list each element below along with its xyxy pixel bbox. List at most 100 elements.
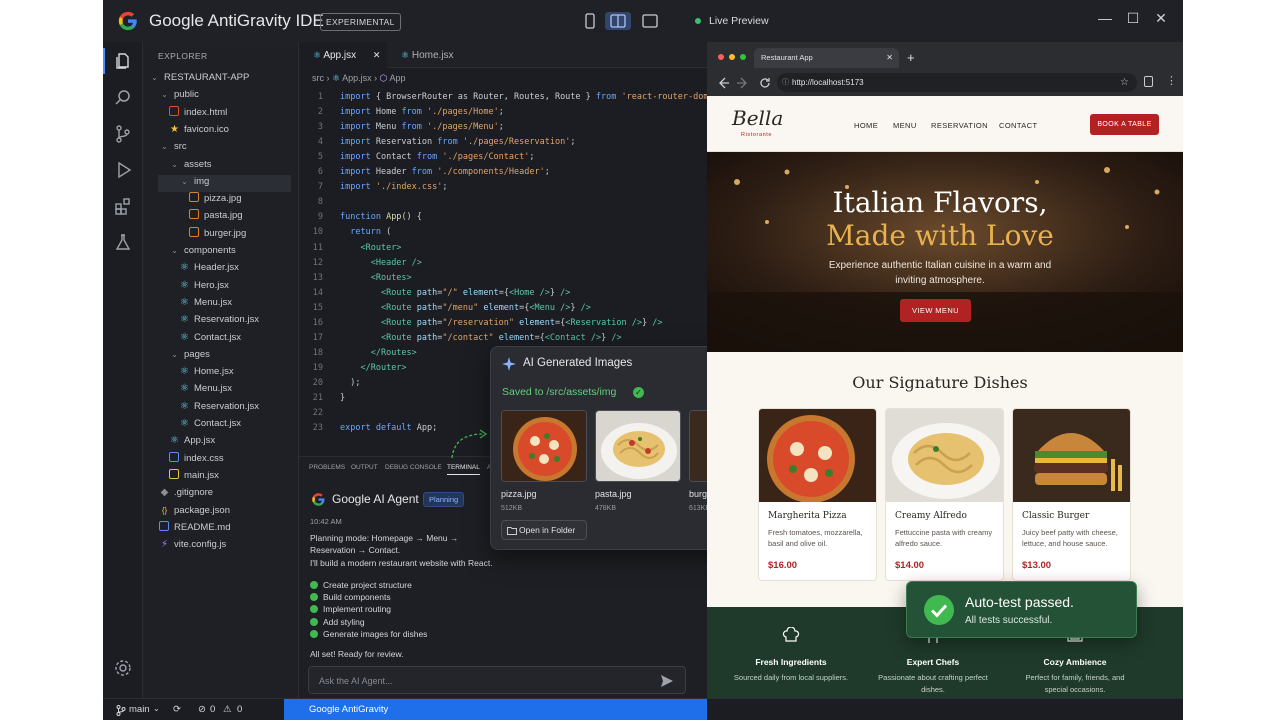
tree-item[interactable]: burger.jpg bbox=[189, 225, 246, 242]
tab-home-jsx[interactable]: ⚛ Home.jsx bbox=[387, 42, 467, 68]
desktop-view-icon[interactable] bbox=[637, 12, 663, 30]
flask-icon[interactable] bbox=[113, 232, 133, 252]
code-line[interactable]: <Route path="/" element={<Home />} /> bbox=[340, 288, 570, 298]
tree-item[interactable]: ⚛ Reservation.jsx bbox=[179, 311, 259, 328]
close-window-button[interactable]: ✕ bbox=[1151, 10, 1171, 27]
tree-item[interactable]: ⚛ App.jsx bbox=[169, 432, 215, 449]
code-line[interactable]: <Router> bbox=[340, 243, 401, 253]
site-logo[interactable]: Bella bbox=[732, 106, 783, 130]
browser-menu-icon[interactable]: ⋮ bbox=[1166, 74, 1177, 87]
dish-card[interactable]: Creamy Alfredo Fettuccine pasta with cre… bbox=[885, 408, 1004, 581]
browser-tab[interactable]: Restaurant App ✕ bbox=[754, 48, 899, 68]
close-tab-icon[interactable]: ✕ bbox=[373, 50, 381, 60]
traffic-light-maximize-icon[interactable] bbox=[740, 54, 746, 60]
new-tab-button[interactable]: + bbox=[907, 50, 915, 65]
run-debug-icon[interactable] bbox=[113, 160, 133, 180]
tree-item[interactable]: ★ favicon.ico bbox=[169, 121, 229, 138]
tree-item[interactable]: ⚡ vite.config.js bbox=[159, 536, 226, 553]
code-line[interactable]: import './index.css'; bbox=[340, 182, 448, 192]
dish-card[interactable]: Margherita Pizza Fresh tomatoes, mozzare… bbox=[758, 408, 877, 581]
tree-item[interactable]: ⚛ Home.jsx bbox=[179, 363, 234, 380]
code-line[interactable]: <Route path="/menu" element={<Menu />} /… bbox=[340, 303, 591, 313]
code-line[interactable]: </Router> bbox=[340, 363, 406, 373]
explorer-files-icon[interactable] bbox=[113, 51, 133, 71]
ask-agent-input[interactable] bbox=[319, 673, 639, 689]
code-line[interactable]: <Routes> bbox=[340, 273, 412, 283]
settings-gear-icon[interactable] bbox=[113, 658, 133, 678]
pasta-thumbnail[interactable] bbox=[595, 410, 681, 482]
error-icon[interactable]: ⊘ bbox=[198, 704, 206, 715]
code-line[interactable]: import Contact from './pages/Contact'; bbox=[340, 152, 535, 162]
tree-item[interactable]: ⚛ Contact.jsx bbox=[179, 329, 241, 346]
tree-item[interactable]: main.jsx bbox=[169, 467, 219, 484]
tree-item[interactable]: {} package.json bbox=[159, 502, 230, 519]
open-in-folder-button[interactable]: Open in Folder bbox=[501, 520, 587, 540]
split-view-icon[interactable] bbox=[605, 12, 631, 30]
extensions-icon[interactable] bbox=[113, 196, 133, 216]
code-line[interactable]: return ( bbox=[340, 227, 391, 237]
address-bar[interactable]: ⓘ http://localhost:5173 ☆ bbox=[777, 73, 1137, 92]
code-line[interactable]: <Header /> bbox=[340, 258, 422, 268]
code-line[interactable]: function App() { bbox=[340, 212, 422, 222]
traffic-light-minimize-icon[interactable] bbox=[729, 54, 735, 60]
nav-buttons-icon[interactable] bbox=[717, 77, 757, 89]
tree-item[interactable]: ⌄ public bbox=[159, 86, 199, 103]
tree-item[interactable]: ⌄ assets bbox=[169, 156, 211, 173]
tab-problems[interactable]: PROBLEMS bbox=[309, 464, 345, 471]
tree-item[interactable]: ⌄ components bbox=[169, 242, 236, 259]
code-line[interactable]: <Route path="/reservation" element={<Res… bbox=[340, 318, 663, 328]
tree-item[interactable]: ◆ .gitignore bbox=[159, 484, 213, 501]
code-line[interactable]: } bbox=[340, 393, 345, 403]
tree-item[interactable]: ⚛ Contact.jsx bbox=[179, 415, 241, 432]
view-menu-button[interactable]: VIEW MENU bbox=[900, 299, 971, 322]
send-icon[interactable] bbox=[660, 674, 674, 688]
source-control-icon[interactable] bbox=[113, 124, 133, 144]
nav-menu[interactable]: MENU bbox=[893, 121, 917, 130]
tab-output[interactable]: OUTPUT bbox=[351, 464, 378, 471]
book-table-button[interactable]: BOOK A TABLE bbox=[1090, 114, 1159, 135]
code-line[interactable]: import Header from './components/Header'… bbox=[340, 167, 550, 177]
tree-item[interactable]: pasta.jpg bbox=[189, 207, 243, 224]
tree-item[interactable]: README.md bbox=[159, 519, 230, 536]
mobile-view-icon[interactable] bbox=[577, 12, 603, 30]
breadcrumb-symbol[interactable]: App bbox=[390, 73, 406, 83]
tree-item[interactable]: pizza.jpg bbox=[189, 190, 242, 207]
breadcrumb-file[interactable]: App.jsx bbox=[342, 73, 372, 83]
minimize-button[interactable]: — bbox=[1095, 10, 1115, 26]
code-line[interactable]: import Reservation from './pages/Reserva… bbox=[340, 137, 575, 147]
breadcrumb-src[interactable]: src bbox=[312, 73, 324, 83]
tree-item[interactable]: ⚛ Header.jsx bbox=[179, 259, 239, 276]
tree-item[interactable]: ⚛ Menu.jsx bbox=[179, 294, 232, 311]
tree-item[interactable]: ⌄ RESTAURANT-APP bbox=[149, 69, 249, 86]
tree-item[interactable]: ⌄ img bbox=[179, 173, 209, 190]
nav-contact[interactable]: CONTACT bbox=[999, 121, 1038, 130]
tree-item[interactable]: index.html bbox=[169, 104, 227, 121]
branch-name[interactable]: main bbox=[129, 704, 150, 715]
code-line[interactable]: export default App; bbox=[340, 423, 437, 433]
tab-app-jsx[interactable]: ⚛ App.jsx ✕ bbox=[299, 42, 387, 68]
nav-home[interactable]: HOME bbox=[854, 121, 878, 130]
traffic-light-close-icon[interactable] bbox=[718, 54, 724, 60]
chevron-down-icon[interactable]: ⌄ bbox=[153, 704, 160, 713]
nav-reservation[interactable]: RESERVATION bbox=[931, 121, 988, 130]
extensions-browser-icon[interactable] bbox=[1144, 76, 1153, 87]
pizza-thumbnail[interactable] bbox=[501, 410, 587, 482]
tree-item[interactable]: ⚛ Menu.jsx bbox=[179, 380, 232, 397]
tab-terminal[interactable]: TERMINAL bbox=[447, 464, 480, 475]
tree-item[interactable]: ⌄ src bbox=[159, 138, 187, 155]
code-line[interactable]: import Home from './pages/Home'; bbox=[340, 107, 504, 117]
code-line[interactable]: import Menu from './pages/Menu'; bbox=[340, 122, 504, 132]
bookmark-star-icon[interactable]: ☆ bbox=[1120, 73, 1129, 92]
warning-icon[interactable]: ⚠ bbox=[223, 704, 232, 715]
reload-icon[interactable] bbox=[759, 77, 771, 89]
code-line[interactable]: </Routes> bbox=[340, 348, 417, 358]
tree-item[interactable]: ⚛ Reservation.jsx bbox=[179, 398, 259, 415]
tree-item[interactable]: ⌄ pages bbox=[169, 346, 210, 363]
code-line[interactable]: <Route path="/contact" element={<Contact… bbox=[340, 333, 622, 343]
code-line[interactable]: import { BrowserRouter as Router, Routes… bbox=[340, 92, 719, 102]
search-icon[interactable] bbox=[113, 88, 133, 108]
sync-icon[interactable]: ⟳ bbox=[173, 704, 181, 715]
maximize-button[interactable]: ☐ bbox=[1123, 10, 1143, 27]
dish-card[interactable]: Classic Burger Juicy beef patty with che… bbox=[1012, 408, 1131, 581]
code-line[interactable]: ); bbox=[340, 378, 360, 388]
